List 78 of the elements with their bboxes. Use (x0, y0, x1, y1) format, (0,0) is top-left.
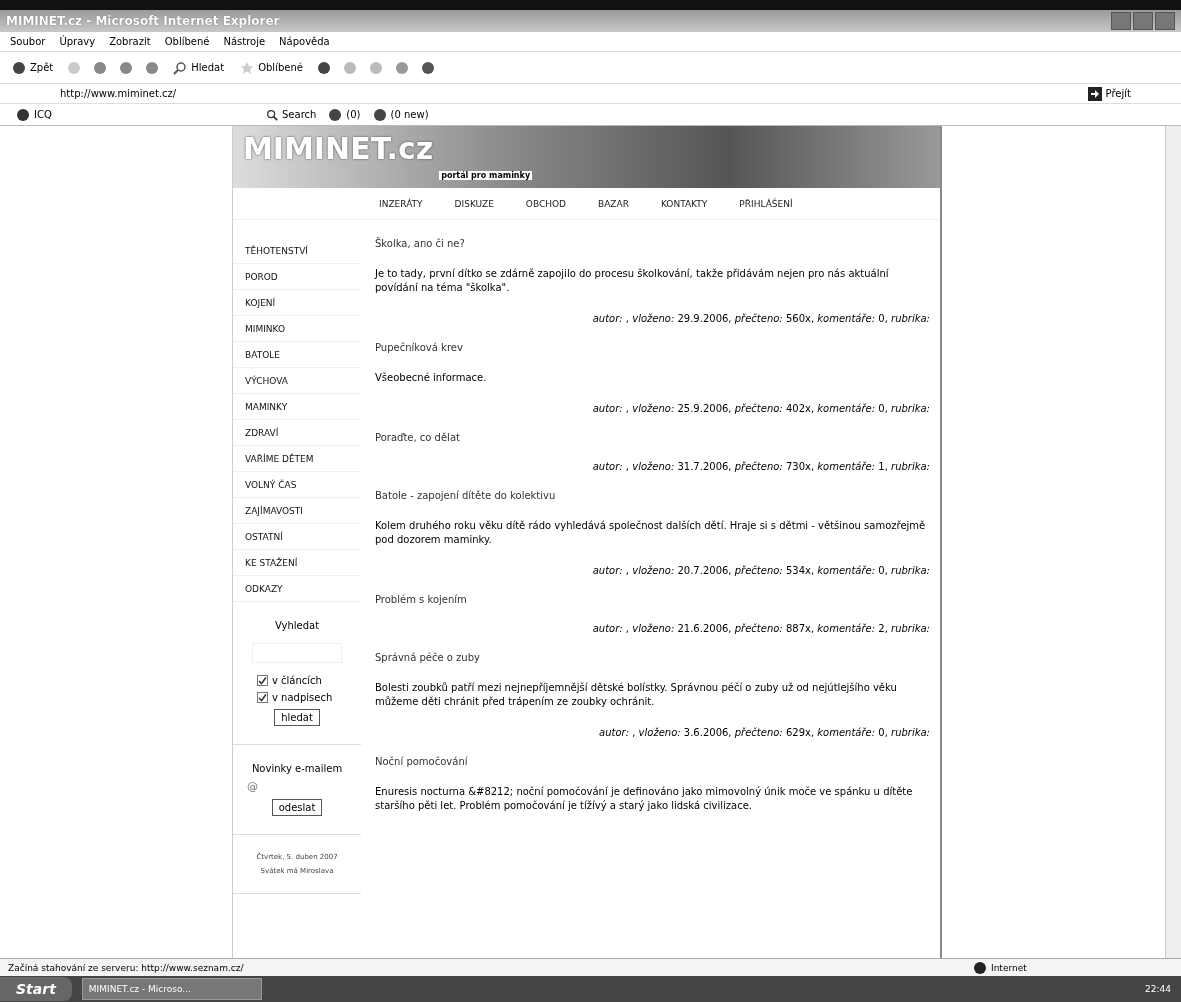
category-link[interactable]: OSTATNÍ (233, 524, 361, 550)
category-link[interactable]: ODKAZY (233, 576, 361, 602)
search-icon (173, 60, 188, 75)
article-meta: autor: , vloženo: 20.7.2006, přečteno: 534x, komentáře: 0, rubrika: (592, 565, 930, 576)
taskbar-window-button[interactable]: MIMINET.cz - Microso... (81, 978, 262, 1000)
search-button[interactable]: Hledat (171, 58, 227, 77)
menu-item[interactable]: Zobrazit (109, 36, 151, 47)
article-meta: autor: , vloženo: 21.6.2006, přečteno: 887x, komentáře: 2, rubrika: (592, 623, 930, 634)
go-button[interactable]: Přejít (1087, 86, 1171, 101)
scrollbar[interactable] (1165, 126, 1181, 958)
zone-label: Internet (991, 962, 1027, 973)
article-summary: Bolesti zoubků patří mezi nejnepříjemnější dětské bolístky. Správnou péčí o zuby už od nejútlejšího věku můžeme děti chránit před trápením ze zoubky ochránit. (375, 681, 898, 709)
nav-link[interactable]: OBCHOD (509, 198, 582, 209)
category-link[interactable]: MIMINKO (233, 316, 361, 342)
article-title[interactable]: Poraďte, co dělat (375, 432, 930, 443)
messages-button[interactable]: (0) (322, 107, 367, 122)
menu-item[interactable]: Úpravy (59, 36, 96, 47)
go-arrow-icon (1087, 86, 1102, 101)
mail-button[interactable]: (0 new) (366, 107, 435, 122)
article-summary: Enuresis nocturna &#8212; noční pomočování je definováno jako mimovolný únik moče ve spánku u dítěte staršího pěti let. Problém pomočování je tížívý a starý jako lidská civilizace. (375, 785, 914, 813)
star-icon (240, 60, 255, 75)
clock: 22:44 (1145, 984, 1171, 994)
article-title[interactable]: Noční pomočování (375, 756, 930, 767)
article-title[interactable]: Správná péče o zuby (375, 652, 930, 663)
nav-link[interactable]: PŘIHLÁŠENÍ (723, 198, 809, 209)
category-link[interactable]: POROD (233, 264, 361, 290)
article-title[interactable]: Batole - zapojení dítěte do kolektivu (375, 490, 930, 501)
article-summary: Kolem druhého roku věku dítě rádo vyhledává společnost dalších dětí. Hraje si s dětmi - většinou samozřejmě pod dozorem maminky. (375, 519, 927, 547)
nav-link[interactable]: INZERÁTY (363, 198, 439, 209)
category-link[interactable]: BATOLE (233, 342, 361, 368)
checkbox[interactable] (257, 692, 268, 703)
status-text: Začíná stahování ze serveru: http://www.seznam.cz/ (8, 962, 244, 973)
favorites-button[interactable]: Oblíbené (238, 58, 305, 77)
search-button[interactable]: Search (260, 108, 323, 121)
article-meta: autor: , vloženo: 25.9.2006, přečteno: 402x, komentáře: 0, rubrika: (592, 403, 930, 414)
article-meta: autor: , vloženo: 3.6.2006, přečteno: 629x, komentáře: 0, rubrika: (599, 727, 930, 738)
article-summary: Je to tady, první dítko se zdárně zapojilo do procesu školkování, takže přidávám nejen pro nás aktuální povídání na téma "školka". (375, 267, 890, 295)
maximize-button[interactable] (1133, 12, 1153, 30)
nav-link[interactable]: DISKUZE (438, 198, 510, 209)
checkbox[interactable] (257, 675, 268, 686)
site-tagline: portál pro maminky (439, 171, 533, 180)
article-meta: autor: , vloženo: 31.7.2006, přečteno: 730x, komentáře: 1, rubrika: (592, 461, 930, 472)
email-field-label: @ (246, 780, 258, 793)
menu-item[interactable]: Soubor (10, 36, 46, 47)
window-title: MIMINET.cz - Microsoft Internet Explorer (6, 14, 280, 28)
newsletter-title: Novinky e-mailem (251, 763, 343, 774)
category-link[interactable]: TĚHOTENSTVÍ (233, 238, 361, 264)
article-title[interactable]: Problém s kojením (375, 594, 930, 605)
start-button[interactable]: Start (0, 977, 72, 1001)
icq-button[interactable]: ICQ (10, 107, 58, 122)
category-link[interactable]: KOJENÍ (233, 290, 361, 316)
checkbox-label: v nadpisech (272, 692, 333, 703)
search-title: Vyhledat (274, 620, 320, 631)
site-logo: MIMINET.cz (243, 134, 434, 164)
article-title[interactable]: Pupečníková krev (375, 342, 930, 353)
menu-item[interactable]: Oblíbené (164, 36, 210, 47)
minimize-button[interactable] (1111, 12, 1131, 30)
category-link[interactable]: ZAJÍMAVOSTI (233, 498, 361, 524)
back-button[interactable]: Zpět (10, 58, 56, 77)
menu-item[interactable]: Nástroje (223, 36, 266, 47)
article-title[interactable]: Školka, ano či ne? (375, 238, 930, 249)
category-link[interactable]: MAMINKY (233, 394, 361, 420)
category-link[interactable]: VOLNÝ ČAS (233, 472, 361, 498)
category-link[interactable]: VÝCHOVA (233, 368, 361, 394)
category-link[interactable]: ZDRAVÍ (233, 420, 361, 446)
search-submit-button[interactable]: hledat (274, 709, 320, 726)
send-button[interactable]: odeslat (271, 799, 323, 816)
category-link[interactable]: VAŘÍME DĚTEM (233, 446, 361, 472)
checkbox-label: v článcích (272, 675, 322, 686)
category-link[interactable]: KE STAŽENÍ (233, 550, 361, 576)
close-button[interactable] (1155, 12, 1175, 30)
search-icon (266, 108, 278, 121)
article-meta: autor: , vloženo: 29.9.2006, přečteno: 560x, komentáře: 0, rubrika: (592, 313, 930, 324)
nav-link[interactable]: KONTAKTY (644, 198, 724, 209)
address-field[interactable]: http://www.miminet.cz/ (60, 88, 1082, 99)
menu-item[interactable]: Nápověda (279, 36, 330, 47)
nav-link[interactable]: BAZAR (582, 198, 645, 209)
article-summary: Všeobecné informace. (375, 371, 488, 385)
